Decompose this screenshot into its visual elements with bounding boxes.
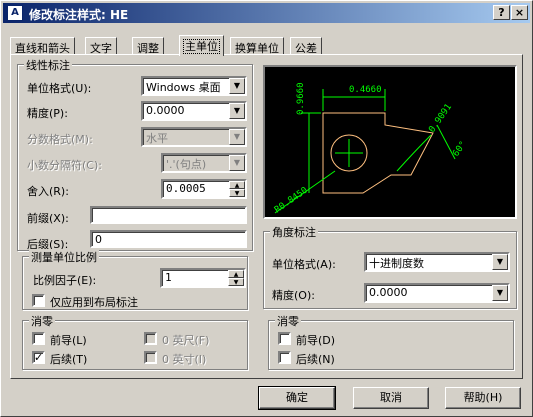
spin-down-icon[interactable]: ▼ — [229, 189, 245, 197]
angular-precision-dropdown-icon[interactable]: ▼ — [492, 285, 508, 301]
fraction-format-dropdown-icon[interactable]: ▼ — [229, 129, 245, 145]
dim-top-text: 0.4660 — [349, 85, 382, 95]
unit-format-dropdown-icon[interactable]: ▼ — [229, 78, 245, 94]
spin-down-icon[interactable]: ▼ — [228, 278, 244, 286]
tab-panel: 线性标注 单位格式(U): Windows 桌面 ▼ 精度(P): 0.0000… — [10, 54, 523, 379]
roundoff-label: 舍入(R): — [27, 185, 69, 198]
layout-only-checkbox[interactable] — [32, 294, 45, 307]
decimal-separator-select[interactable]: '.'(句点) ▼ — [161, 153, 247, 173]
linear-group-title: 线性标注 — [24, 57, 72, 73]
title-bar[interactable]: A 修改标注样式: HE ? × — [3, 3, 530, 23]
close-title-button[interactable]: × — [511, 5, 528, 20]
dialog-window: A 修改标注样式: HE ? × 直线和箭头 文字 调整 主单位 换算单位 公差… — [0, 0, 533, 417]
dim-right-text: 0.9091 — [427, 102, 454, 134]
ok-button[interactable]: 确定 — [258, 386, 336, 410]
window-title: 修改标注样式: HE — [29, 8, 129, 22]
tab-text[interactable]: 文字 — [85, 37, 117, 55]
roundoff-value: 0.0005 — [166, 182, 206, 195]
linear-dimensions-group: 线性标注 单位格式(U): Windows 桌面 ▼ 精度(P): 0.0000… — [17, 57, 253, 251]
roundoff-spin-buttons[interactable]: ▲ ▼ — [229, 181, 245, 197]
check-icon: ✓ — [34, 351, 44, 364]
prefix-input[interactable] — [90, 206, 247, 224]
suffix-input[interactable]: 0 — [90, 230, 247, 248]
app-icon: A — [7, 5, 23, 21]
angular-unit-format-label: 单位格式(A): — [272, 258, 336, 271]
precision-label: 精度(P): — [27, 107, 68, 120]
zero-linear-group-title: 消零 — [29, 313, 55, 329]
angular-precision-label: 精度(O): — [272, 289, 315, 302]
unit-format-value: Windows 桌面 — [146, 81, 221, 94]
roundoff-spinner[interactable]: 0.0005 ▲ ▼ — [161, 179, 247, 199]
dim-angle-arc — [396, 134, 432, 172]
precision-dropdown-icon[interactable]: ▼ — [229, 103, 245, 119]
dim-left-text: 0.9660 — [296, 82, 306, 115]
tab-lines-arrows[interactable]: 直线和箭头 — [10, 37, 75, 55]
fraction-format-select[interactable]: 水平 ▼ — [141, 127, 247, 147]
fraction-format-value: 水平 — [146, 132, 168, 145]
angular-leading-zero-label[interactable]: 前导(D) — [296, 332, 335, 348]
scale-factor-spin-buttons[interactable]: ▲ ▼ — [228, 270, 244, 286]
measurement-scale-group: 测量单位比例 比例因子(E): 1 ▲ ▼ 仅应用到布局标注 — [22, 249, 248, 310]
fraction-format-label: 分数格式(M): — [27, 133, 93, 146]
zero-angular-group-title: 消零 — [275, 313, 301, 329]
help-title-button[interactable]: ? — [493, 5, 510, 20]
zero-suppression-angular-group: 消零 前导(D) 后续(N) — [268, 313, 514, 370]
decimal-separator-dropdown-icon[interactable]: ▼ — [229, 155, 245, 171]
precision-select[interactable]: 0.0000 ▼ — [141, 101, 247, 121]
angular-precision-select[interactable]: 0.0000 ▼ — [364, 283, 510, 303]
scale-factor-value: 1 — [165, 271, 172, 284]
layout-only-label[interactable]: 仅应用到布局标注 — [50, 294, 138, 310]
zero-feet-checkbox[interactable] — [144, 332, 157, 345]
angular-trailing-zero-checkbox[interactable] — [278, 351, 291, 364]
trailing-zero-checkbox[interactable]: ✓ — [32, 351, 45, 364]
dimension-preview: 0.4660 0.9660 0.9091 60° R0.8450 — [263, 65, 517, 219]
help-button[interactable]: 帮助(H) — [445, 387, 521, 409]
scale-group-title: 测量单位比例 — [29, 249, 99, 265]
tab-tolerances[interactable]: 公差 — [290, 37, 322, 55]
precision-value: 0.0000 — [146, 104, 185, 117]
angular-unit-format-value: 十进制度数 — [369, 257, 424, 270]
decimal-separator-value: '.'(句点) — [166, 158, 207, 171]
angular-group-title: 角度标注 — [270, 224, 318, 240]
zero-inches-checkbox[interactable] — [144, 351, 157, 364]
tab-alternate-units[interactable]: 换算单位 — [230, 37, 284, 55]
angular-leading-zero-checkbox[interactable] — [278, 332, 291, 345]
zero-feet-label[interactable]: 0 英尺(F) — [162, 332, 209, 348]
tab-primary-units-label: 主单位 — [183, 39, 220, 54]
decimal-separator-label: 小数分隔符(C): — [27, 159, 102, 172]
preview-drawing: 0.4660 0.9660 0.9091 60° R0.8450 — [273, 82, 469, 216]
spin-up-icon[interactable]: ▲ — [228, 270, 244, 278]
angular-precision-value: 0.0000 — [369, 286, 408, 299]
unit-format-select[interactable]: Windows 桌面 ▼ — [141, 76, 247, 96]
tab-fit[interactable]: 调整 — [132, 37, 164, 55]
zero-inches-label[interactable]: 0 英寸(I) — [162, 351, 206, 367]
dim-angle-text: 60° — [451, 140, 469, 159]
angular-trailing-zero-label[interactable]: 后续(N) — [296, 351, 335, 367]
scale-factor-spinner[interactable]: 1 ▲ ▼ — [160, 268, 246, 288]
spin-up-icon[interactable]: ▲ — [229, 181, 245, 189]
leading-zero-label[interactable]: 前导(L) — [50, 332, 87, 348]
dim-radius-text: R0.8450 — [273, 186, 310, 216]
leading-zero-checkbox[interactable] — [32, 332, 45, 345]
tab-primary-units[interactable]: 主单位 — [179, 35, 224, 56]
scale-factor-label: 比例因子(E): — [33, 274, 97, 287]
suffix-value: 0 — [95, 233, 102, 246]
unit-format-label: 单位格式(U): — [27, 82, 92, 95]
cancel-button[interactable]: 取消 — [353, 387, 429, 409]
angular-unit-format-select[interactable]: 十进制度数 ▼ — [364, 252, 510, 272]
zero-suppression-linear-group: 消零 前导(L) 0 英尺(F) ✓ 后续(T) 0 英寸(I) — [22, 313, 248, 370]
prefix-label: 前缀(X): — [27, 212, 69, 225]
trailing-zero-label[interactable]: 后续(T) — [50, 351, 87, 367]
angular-unit-format-dropdown-icon[interactable]: ▼ — [492, 254, 508, 270]
angular-dimensions-group: 角度标注 单位格式(A): 十进制度数 ▼ 精度(O): 0.0000 ▼ — [263, 224, 517, 309]
